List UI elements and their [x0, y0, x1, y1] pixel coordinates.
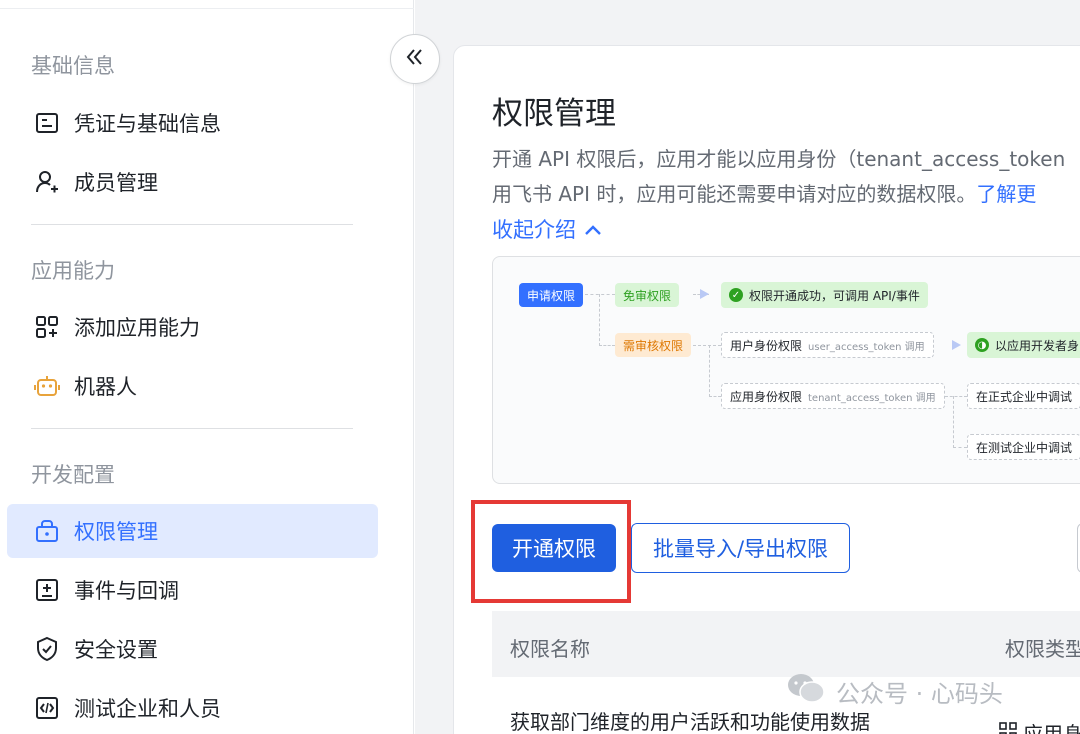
success-text: 权限开通成功，可调用 API/事件 [749, 288, 920, 303]
batch-import-export-button[interactable]: 批量导入/导出权限 [631, 523, 850, 573]
sidebar-item-events[interactable]: 事件与回调 [7, 563, 378, 617]
sidebar-item-label: 成员管理 [74, 171, 158, 195]
connector-line [709, 396, 721, 397]
watermark: 公众号 · 心码头 [786, 672, 1003, 710]
user-permission-box: 用户身份权限 user_access_token 调用 [721, 332, 934, 358]
sidebar-item-label: 凭证与基础信息 [74, 112, 221, 136]
app-permission-box: 应用身份权限 tenant_access_token 调用 [721, 383, 945, 409]
collapse-intro-label: 收起介绍 [492, 218, 576, 242]
sidebar-top-divider [0, 8, 414, 9]
credential-icon [32, 108, 62, 138]
sidebar-item-label: 权限管理 [74, 520, 158, 544]
table-row-permission-name: 获取部门维度的用户活跃和功能使用数据 [510, 710, 870, 734]
connector-line [599, 294, 600, 346]
app-permission-label: 应用身份权限 [730, 389, 803, 404]
permission-type-label: 应用身 [1023, 722, 1080, 734]
watermark-text: 公众号 · 心码头 [836, 679, 1003, 708]
double-chevron-left-icon [404, 46, 426, 72]
sidebar-divider [31, 224, 353, 225]
collapse-sidebar-button[interactable] [390, 34, 440, 84]
page-description: 开通 API 权限后，应用才能以应用身份（tenant_access_token… [492, 142, 1080, 212]
sidebar-item-label: 添加应用能力 [74, 316, 200, 340]
success-box: ✓ 权限开通成功，可调用 API/事件 [721, 282, 928, 308]
enable-permission-button[interactable]: 开通权限 [492, 524, 616, 572]
table-row-permission-type: 应用身 [999, 718, 1080, 734]
description-line-2: 用飞书 API 时，应用可能还需要申请对应的数据权限。了解更 [492, 177, 1080, 212]
wechat-icon [786, 672, 826, 710]
event-icon [32, 575, 62, 605]
connector-line [693, 345, 721, 346]
progress-circle-icon: ◑ [975, 338, 989, 352]
code-icon [32, 693, 62, 723]
grid-icon [999, 721, 1017, 734]
shield-icon [32, 634, 62, 664]
learn-more-link[interactable]: 了解更 [976, 182, 1036, 206]
permission-icon [32, 516, 62, 546]
sidebar-item-test-enterprise[interactable]: 测试企业和人员 [7, 681, 378, 734]
sidebar-item-members[interactable]: 成员管理 [7, 155, 378, 209]
sidebar-item-permissions[interactable]: 权限管理 [7, 504, 378, 558]
collapse-intro-link[interactable]: 收起介绍 [492, 214, 602, 244]
sidebar-divider [31, 428, 353, 429]
connector-line [709, 345, 710, 397]
permission-card: 权限管理 开通 API 权限后，应用才能以应用身份（tenant_access_… [453, 45, 1080, 734]
apply-permission-tag: 申请权限 [519, 283, 584, 307]
connector-line [945, 396, 967, 397]
sidebar-item-label: 测试企业和人员 [74, 697, 221, 721]
sidebar-item-label: 安全设置 [74, 638, 158, 662]
add-member-icon [32, 167, 62, 197]
description-text: 用飞书 API 时，应用可能还需要申请对应的数据权限。 [492, 182, 977, 206]
sidebar-item-label: 事件与回调 [74, 579, 179, 603]
connector-line [585, 294, 615, 295]
user-permission-label: 用户身份权限 [730, 338, 803, 353]
arrow-icon [700, 289, 709, 299]
sidebar-item-credentials[interactable]: 凭证与基础信息 [7, 96, 378, 150]
app-developer-box: ◑ 以应用开发者身 [967, 332, 1080, 358]
permission-flow-diagram: 申请权限 免审权限 ✓ 权限开通成功，可调用 API/事件 需审核权限 用户身份… [492, 256, 1080, 484]
free-permission-tag: 免审权限 [615, 283, 680, 307]
user-token-label: user_access_token 调用 [808, 341, 925, 353]
sidebar-item-add-capability[interactable]: 添加应用能力 [7, 300, 378, 354]
sidebar-item-robot[interactable]: 机器人 [7, 359, 378, 413]
section-title-basic: 基础信息 [31, 54, 115, 78]
section-title-capability: 应用能力 [31, 259, 115, 283]
robot-icon [32, 371, 62, 401]
page-title: 权限管理 [492, 96, 616, 132]
review-permission-tag: 需审核权限 [615, 333, 692, 357]
sidebar-item-label: 机器人 [74, 375, 137, 399]
connector-line [953, 396, 954, 448]
connector-line [599, 345, 615, 346]
description-line-1: 开通 API 权限后，应用才能以应用身份（tenant_access_token [492, 147, 1066, 171]
sidebar-item-security[interactable]: 安全设置 [7, 622, 378, 676]
test-debug-box: 在测试企业中调试 [967, 434, 1080, 460]
arrow-icon [952, 340, 961, 350]
connector-line [953, 447, 967, 448]
section-title-dev-config: 开发配置 [31, 463, 115, 487]
table-header: 权限名称 权限类型 [492, 611, 1080, 677]
column-header-type: 权限类型 [1005, 637, 1080, 661]
app-developer-text: 以应用开发者身 [995, 338, 1080, 353]
tenant-token-label: tenant_access_token 调用 [808, 392, 936, 404]
prod-debug-box: 在正式企业中调试 [967, 383, 1080, 409]
add-capability-icon [32, 312, 62, 342]
sidebar: 基础信息 凭证与基础信息 成员管理 应用能力 添加应用能力 机器人 开发配置 权… [0, 0, 414, 734]
chevron-up-icon [584, 217, 602, 241]
column-header-name: 权限名称 [510, 637, 590, 661]
check-circle-icon: ✓ [729, 288, 743, 302]
